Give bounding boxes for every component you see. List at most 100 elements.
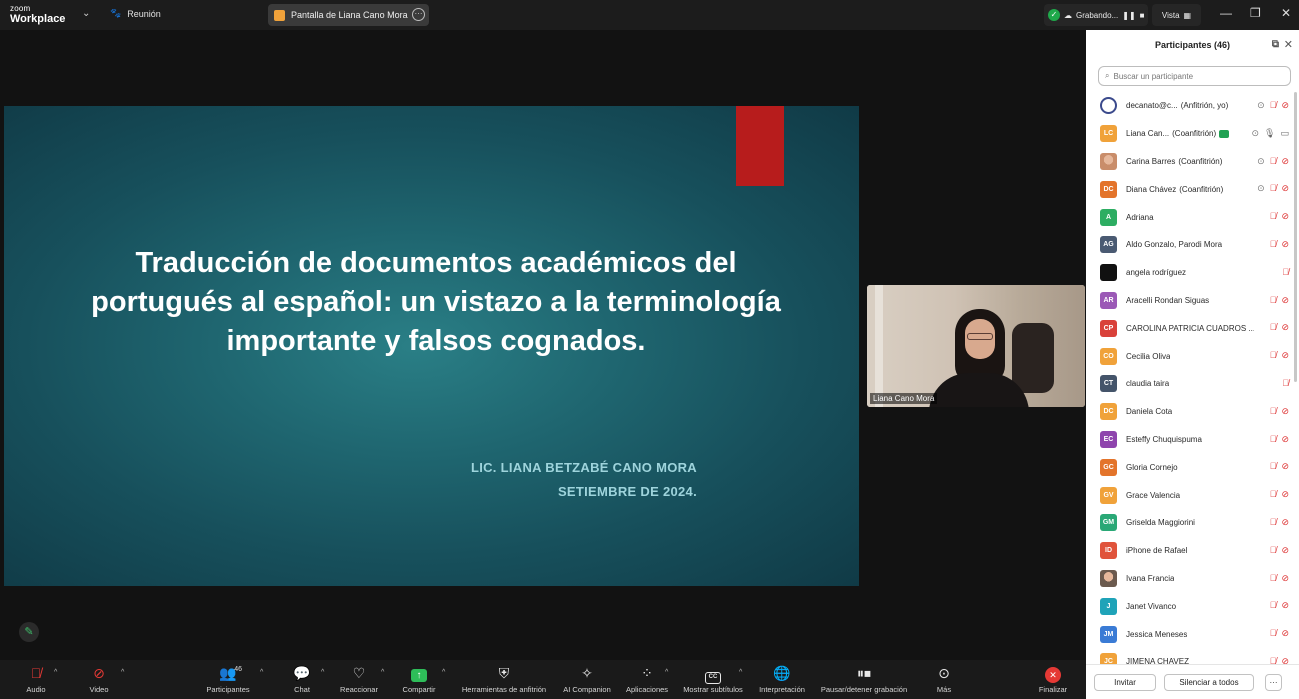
title-bar: zoom Workplace ⌄ 🐾 Reunión Pantalla de L… — [0, 0, 1299, 30]
minimize-button[interactable]: — — [1220, 6, 1232, 20]
mute-all-button[interactable]: Silenciar a todos — [1164, 674, 1254, 691]
participant-row[interactable]: JM Jessica Meneses 🎙̸ ⊘ — [1086, 620, 1299, 648]
participants-button[interactable]: 👥 46 Participantes — [204, 664, 252, 694]
mic-off-icon: 🎙̸ — [1269, 544, 1277, 555]
participant-row[interactable]: CO Cecilia Oliva 🎙̸ ⊘ — [1086, 342, 1299, 370]
audio-button[interactable]: 🎙̸ Audio — [22, 664, 50, 694]
participant-avatar: DC — [1100, 180, 1117, 198]
video-chair — [1012, 323, 1054, 393]
pause-icon[interactable]: ❚❚ — [1122, 11, 1135, 20]
participant-avatar: CO — [1100, 347, 1117, 365]
participant-row[interactable]: Ivana Francia 🎙̸ ⊘ — [1086, 565, 1299, 593]
sparkle-icon: ✧ — [581, 665, 593, 681]
participant-avatar: JC — [1100, 653, 1117, 664]
participant-row[interactable]: angela rodríguez 🎙̸ — [1086, 259, 1299, 287]
participant-row[interactable]: EC Esteffy Chuquispuma 🎙̸ ⊘ — [1086, 426, 1299, 454]
captions-button[interactable]: CC Mostrar subtítulos — [680, 664, 746, 694]
mic-off-icon: 🎙̸ — [1269, 489, 1277, 500]
pop-out-icon[interactable]: ⧉ — [1272, 39, 1279, 50]
participant-row[interactable]: decanato@c... (Anfitrión, yo) ⊙ 🎙̸ ⊘ — [1086, 92, 1299, 120]
participant-list-scrollbar[interactable] — [1294, 92, 1297, 382]
mic-off-icon: 🎙̸ — [1269, 461, 1277, 472]
meeting-menu[interactable]: 🐾 Reunión — [110, 8, 161, 19]
participant-row[interactable]: JC JIMENA CHAVEZ 🎙̸ ⊘ — [1086, 648, 1299, 664]
participant-status-icons: ⊙ 🎙 ▭ — [1252, 128, 1290, 139]
participant-row[interactable]: GC Gloria Cornejo 🎙̸ ⊘ — [1086, 453, 1299, 481]
camera-off-icon: ⊘ — [1281, 405, 1289, 416]
participant-name: Daniela Cota — [1126, 407, 1172, 416]
view-label: Vista — [1161, 10, 1180, 20]
maximize-button[interactable]: ❐ — [1250, 6, 1261, 20]
close-button[interactable]: ✕ — [1281, 6, 1291, 20]
participant-name-text: Diana Chávez — [1126, 184, 1177, 194]
participant-status-icons: 🎙̸ ⊘ — [1270, 239, 1289, 250]
participant-row[interactable]: DC Daniela Cota 🎙̸ ⊘ — [1086, 398, 1299, 426]
participant-row[interactable]: DC Diana Chávez (Coanfitrión) ⊙ 🎙̸ ⊘ — [1086, 175, 1299, 203]
video-tile[interactable]: Liana Cano Mora — [867, 285, 1085, 407]
participant-name: Liana Can... (Coanfitrión) — [1126, 129, 1216, 138]
view-button[interactable]: Vista ▦ — [1152, 4, 1201, 26]
mic-off-icon: 🎙̸ — [1269, 628, 1277, 639]
interpretation-button[interactable]: 🌐 Interpretación — [756, 664, 808, 694]
slide-author-block: LIC. LIANA BETZABÉ CANO MORA SETIEMBRE D… — [471, 456, 697, 504]
participant-row[interactable]: ID iPhone de Rafael 🎙̸ ⊘ — [1086, 537, 1299, 565]
camera-off-icon: ⊘ — [1281, 461, 1289, 472]
participants-count: 46 — [234, 666, 243, 673]
paw-icon: 🐾 — [110, 8, 122, 18]
participant-name-text: JIMENA CHAVEZ — [1126, 657, 1189, 664]
participant-row[interactable]: Carina Barres (Coanfitrión) ⊙ 🎙̸ ⊘ — [1086, 148, 1299, 176]
close-panel-icon[interactable]: ✕ — [1284, 38, 1293, 51]
camera-off-icon: ⊘ — [1281, 350, 1289, 361]
annotate-pen-icon[interactable]: ✎ — [19, 622, 39, 642]
audio-options-caret-icon[interactable]: ^ — [54, 669, 57, 676]
participant-row[interactable]: A Adriana 🎙̸ ⊘ — [1086, 203, 1299, 231]
participant-search-box[interactable]: ⌕ Buscar un participante — [1098, 66, 1291, 86]
ai-companion-button[interactable]: ✧ AI Companion — [561, 664, 613, 694]
participant-row[interactable]: CT claudia taira 🎙̸ — [1086, 370, 1299, 398]
video-button[interactable]: ⊘ Video — [86, 664, 112, 694]
participant-name: decanato@c... (Anfitrión, yo) — [1126, 101, 1228, 110]
participant-name-text: Daniela Cota — [1126, 407, 1173, 417]
react-button[interactable]: ♡ Reaccionar — [339, 664, 379, 694]
participant-row[interactable]: GV Grace Valencia 🎙̸ ⊘ — [1086, 481, 1299, 509]
participant-row[interactable]: GM Griselda Maggiorini 🎙̸ ⊘ — [1086, 509, 1299, 537]
apps-options-caret-icon[interactable]: ^ — [665, 669, 668, 676]
participant-name-text: Esteffy Chuquispuma — [1126, 434, 1202, 444]
chevron-down-icon[interactable]: ⌄ — [82, 8, 90, 19]
participant-row[interactable]: J Janet Vivanco 🎙̸ ⊘ — [1086, 592, 1299, 620]
host-tools-button[interactable]: ⛨ Herramientas de anfitrión — [458, 664, 550, 694]
participant-status-icons: 🎙̸ ⊘ — [1270, 406, 1289, 417]
screen-share-tab[interactable]: Pantalla de Liana Cano Mora ··· — [268, 4, 429, 26]
video-options-caret-icon[interactable]: ^ — [121, 669, 124, 676]
participant-row[interactable]: CP CAROLINA PATRICIA CUADROS ... 🎙̸ ⊘ — [1086, 314, 1299, 342]
mic-off-icon: 🎙̸ — [1269, 433, 1277, 444]
search-input[interactable]: Buscar un participante — [1113, 72, 1193, 81]
participant-status-icons: 🎙̸ ⊘ — [1270, 600, 1289, 611]
zoom-workplace-logo: zoom Workplace — [10, 4, 65, 25]
participant-row[interactable]: LC Liana Can... (Coanfitrión) ⊙ 🎙 ▭ — [1086, 120, 1299, 148]
participant-name: JIMENA CHAVEZ — [1126, 657, 1189, 664]
participant-name: Cecilia Oliva — [1126, 352, 1170, 361]
camera-off-icon: ⊘ — [93, 665, 105, 681]
more-button[interactable]: ⊙ Más — [934, 664, 954, 694]
participant-row[interactable]: AG Aldo Gonzalo, Parodi Mora 🎙̸ ⊘ — [1086, 231, 1299, 259]
chat-options-caret-icon[interactable]: ^ — [321, 669, 324, 676]
chat-bubble-icon: 💬 — [293, 665, 311, 681]
panel-more-button[interactable]: ··· — [1265, 674, 1282, 691]
captions-options-caret-icon[interactable]: ^ — [739, 669, 742, 676]
participant-name: angela rodríguez — [1126, 268, 1186, 277]
share-options-caret-icon[interactable]: ^ — [442, 669, 445, 676]
stop-icon[interactable]: ■ — [1140, 11, 1145, 20]
participant-row[interactable]: AR Aracelli Rondan Siguas 🎙̸ ⊘ — [1086, 287, 1299, 315]
shield-icon: ✓ — [1048, 9, 1060, 21]
invite-button[interactable]: Invitar — [1094, 674, 1156, 691]
more-options-icon[interactable]: ··· — [412, 8, 425, 21]
end-meeting-button[interactable]: ✕ Finalizar — [1037, 664, 1069, 694]
pause-stop-recording-button[interactable]: ⏸⏹ Pausar/detener grabación — [817, 664, 911, 694]
participants-options-caret-icon[interactable]: ^ — [260, 669, 263, 676]
recording-indicator[interactable]: ✓ ☁ Grabando... ❚❚ ■ — [1044, 4, 1148, 26]
react-options-caret-icon[interactable]: ^ — [381, 669, 384, 676]
apps-button[interactable]: ⁘ Aplicaciones — [624, 664, 670, 694]
share-button[interactable]: ↑ Compartir — [401, 664, 437, 694]
chat-button[interactable]: 💬 Chat — [292, 664, 312, 694]
